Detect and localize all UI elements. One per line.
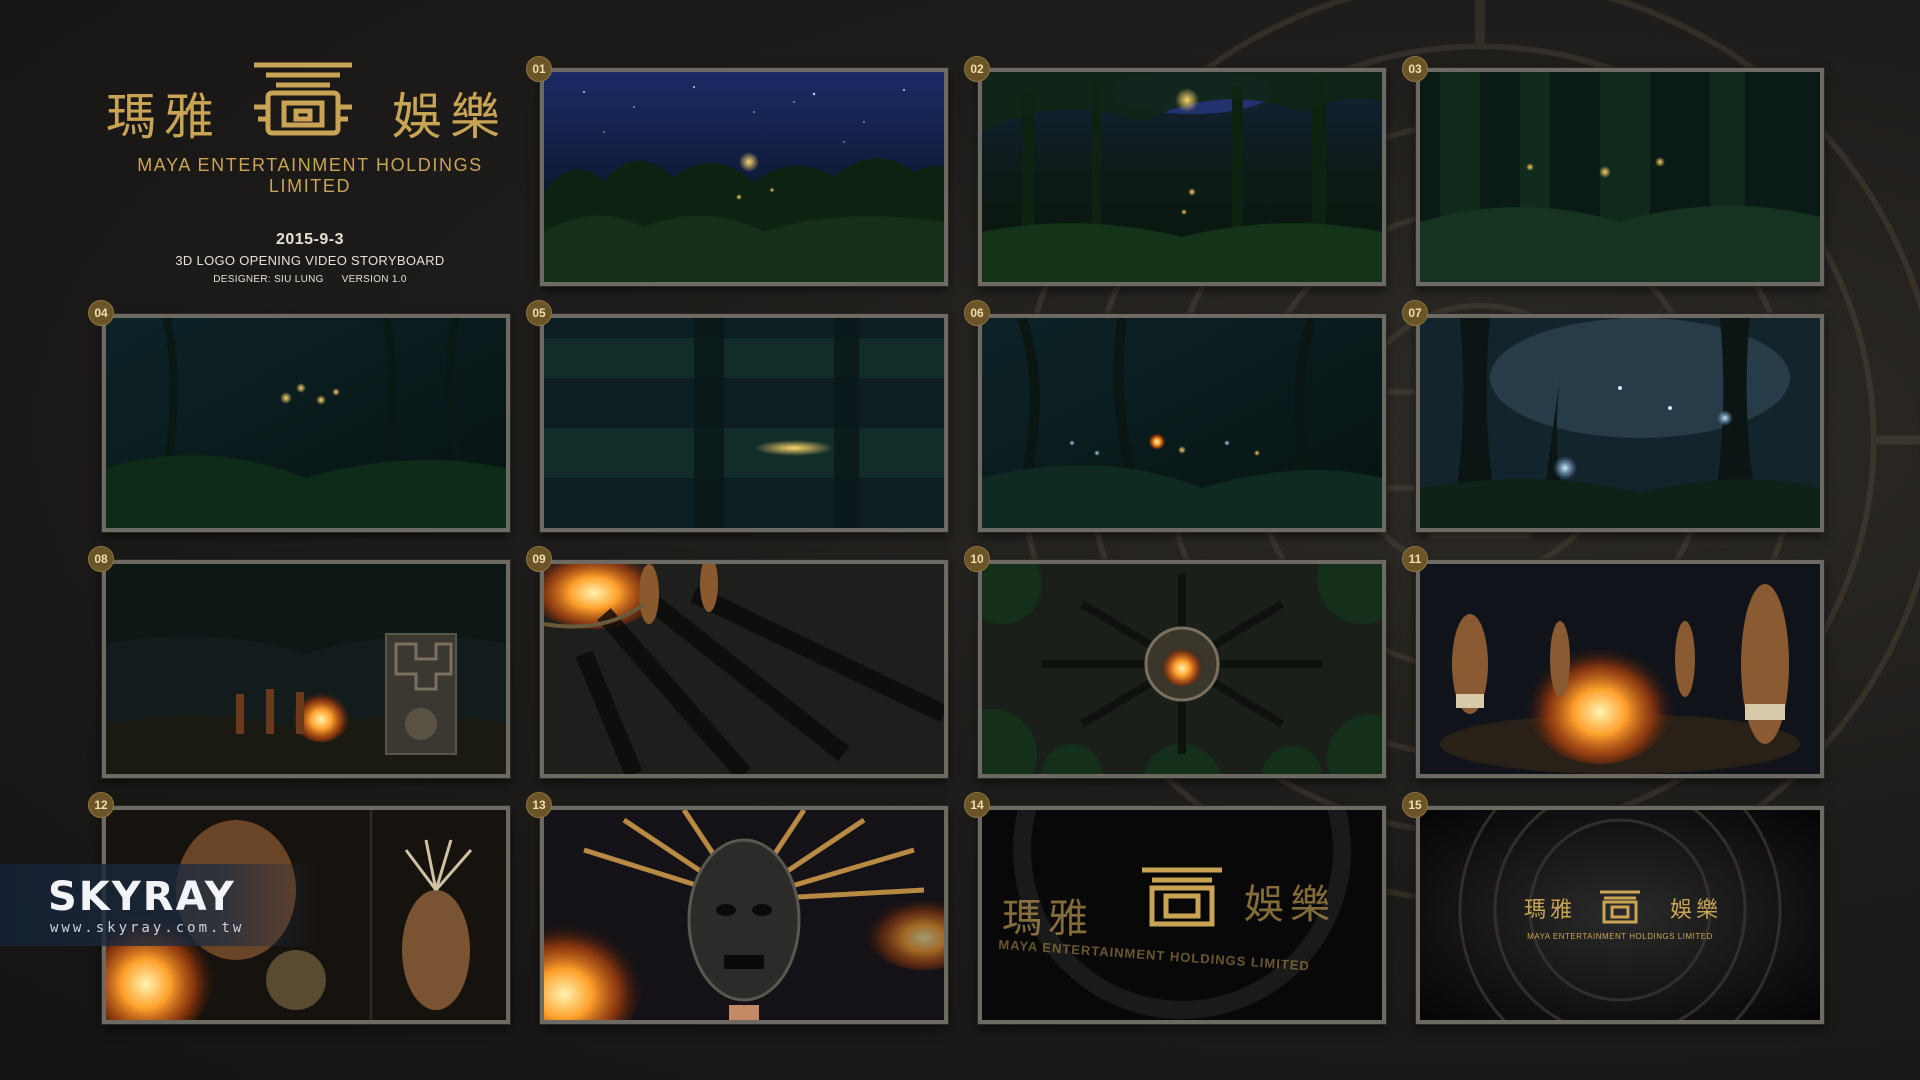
maya-emblem-icon <box>254 62 352 136</box>
storyboard-frame-01[interactable] <box>540 68 948 286</box>
scene-tribal-dance-bonfire <box>1420 564 1820 774</box>
storyboard-frame-04[interactable] <box>102 314 510 532</box>
scene-starry-night-forest <box>544 72 944 282</box>
frame-number-badge: 15 <box>1402 792 1428 818</box>
storyboard-frame-11[interactable] <box>1416 560 1824 778</box>
storyboard-meta: 2015-9-3 3D LOGO OPENING VIDEO STORYBOAR… <box>100 231 520 285</box>
scene-forest-dusk-light <box>982 72 1382 282</box>
frame-number-badge: 09 <box>526 546 552 572</box>
storyboard-frame-15[interactable]: 瑪雅 娛樂 MAYA ENTERTAINMENT HOLDINGS LIMITE… <box>1416 806 1824 1024</box>
frame14-logo-cn-left: 瑪雅 <box>1002 896 1094 942</box>
skyray-url: www.skyray.com.tw <box>50 920 245 936</box>
frame-number-badge: 01 <box>526 56 552 82</box>
frame-number-badge: 13 <box>526 792 552 818</box>
storyboard-date: 2015-9-3 <box>275 231 345 248</box>
storyboard-frame-03[interactable] <box>1416 68 1824 286</box>
skyray-watermark: SKYRAY www.skyray.com.tw <box>0 864 322 946</box>
storyboard-frame-09[interactable] <box>540 560 948 778</box>
frame-number-badge: 06 <box>964 300 990 326</box>
storyboard-frame-14[interactable]: 瑪雅 娛樂 MAYA ENTERTAINMENT HOLDINGS LIMITE… <box>978 806 1386 1024</box>
scene-glowing-spirit-forest <box>1420 318 1820 528</box>
scene-feather-mask-closeup <box>544 810 944 1020</box>
scene-stone-totem-fire <box>106 564 506 774</box>
frame-number-badge: 05 <box>526 300 552 326</box>
frame15-logo-cn-right: 娛樂 <box>1670 898 1723 923</box>
storyboard-frame-06[interactable] <box>978 314 1386 532</box>
frame-number-badge: 03 <box>1402 56 1428 82</box>
frame14-logo-cn-right: 娛樂 <box>1244 882 1336 928</box>
scene-jungle-fireflies <box>982 318 1382 528</box>
storyboard-frame-10[interactable] <box>978 560 1386 778</box>
scene-dancers-shadows <box>544 564 944 774</box>
scene-forest-motion-blur <box>1420 72 1820 282</box>
storyboard-frame-13[interactable] <box>540 806 948 1024</box>
logo-english-name: MAYA ENTERTAINMENT HOLDINGS LIMITED <box>137 155 483 196</box>
scene-logo-final-calendar <box>1420 810 1820 1020</box>
storyboard-frame-08[interactable] <box>102 560 510 778</box>
frame-number-badge: 02 <box>964 56 990 82</box>
storyboard-title: 3D LOGO OPENING VIDEO STORYBOARD <box>175 253 445 268</box>
version-label: VERSION 1.0 <box>341 274 407 285</box>
logo-chinese-left: 瑪雅 <box>106 88 222 146</box>
scene-top-down-fire-circle <box>982 564 1382 774</box>
frame-number-badge: 11 <box>1402 546 1428 572</box>
company-logo-block: 瑪雅 娛樂 MAYA ENTERTAINMENT HOLDINGS LIMITE… <box>100 55 520 295</box>
skyray-brand: SKYRAY <box>48 874 236 920</box>
frame-number-badge: 12 <box>88 792 114 818</box>
scene-deep-jungle-lights <box>106 318 506 528</box>
storyboard-frame-07[interactable] <box>1416 314 1824 532</box>
frame15-logo-en: MAYA ENTERTAINMENT HOLDINGS LIMITED <box>1527 932 1713 941</box>
logo-row: 瑪雅 娛樂 <box>100 55 520 155</box>
storyboard-frame-05[interactable] <box>540 314 948 532</box>
frame-number-badge: 14 <box>964 792 990 818</box>
logo-chinese-right: 娛樂 <box>392 88 508 146</box>
designer-label: DESIGNER: SIU LUNG <box>213 274 324 285</box>
storyboard-page: 瑪雅 娛樂 MAYA ENTERTAINMENT HOLDINGS LIMITE… <box>0 0 1920 1080</box>
scene-blurred-jungle-dash <box>544 318 944 528</box>
frame-number-badge: 10 <box>964 546 990 572</box>
frame15-logo-cn-left: 瑪雅 <box>1524 898 1577 923</box>
storyboard-frame-02[interactable] <box>978 68 1386 286</box>
designer-version-line: DESIGNER: SIU LUNG VERSION 1.0 <box>100 274 520 285</box>
frame-number-badge: 08 <box>88 546 114 572</box>
frame-number-badge: 07 <box>1402 300 1428 326</box>
frame-number-badge: 04 <box>88 300 114 326</box>
